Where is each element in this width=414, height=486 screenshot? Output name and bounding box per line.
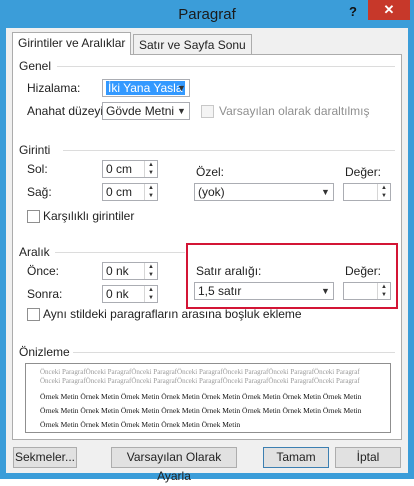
line-spacing-select[interactable]: 1,5 satır ▼ bbox=[194, 282, 334, 300]
section-preview-title: Önizleme bbox=[19, 345, 70, 359]
section-divider bbox=[63, 150, 395, 151]
preview-sample-line: Örnek Metin Örnek Metin Örnek Metin Örne… bbox=[40, 420, 241, 429]
spin-up-icon[interactable]: ▲ bbox=[145, 184, 157, 192]
spacing-before-input[interactable]: 0 nk ▲ ▼ bbox=[102, 262, 158, 280]
set-default-button[interactable]: Varsayılan Olarak Ayarla bbox=[111, 447, 237, 483]
chevron-down-icon[interactable]: ▼ bbox=[174, 103, 189, 119]
indent-left-value: 0 cm bbox=[106, 162, 133, 176]
spacing-before-label: Önce: bbox=[27, 264, 60, 278]
spacing-after-value: 0 nk bbox=[106, 287, 129, 301]
help-button[interactable]: ? bbox=[342, 4, 364, 22]
mirror-indents-checkbox[interactable] bbox=[27, 210, 40, 223]
section-divider bbox=[57, 66, 395, 67]
section-general-title: Genel bbox=[19, 59, 52, 73]
dialog-client: Girintiler ve Aralıklar Satır ve Sayfa S… bbox=[6, 28, 408, 483]
indent-by-label: Değer: bbox=[345, 165, 382, 179]
tab-indents-spacing[interactable]: Girintiler ve Aralıklar bbox=[12, 32, 132, 55]
dialog-window: Paragraf ? ✕ Girintiler ve Aralıklar Sat… bbox=[0, 0, 414, 483]
line-spacing-label: Satır aralığı: bbox=[196, 264, 262, 278]
preview-sample-line: Örnek Metin Örnek Metin Örnek Metin Örne… bbox=[40, 392, 362, 401]
spin-down-icon[interactable]: ▼ bbox=[378, 192, 390, 200]
no-space-same-style-checkbox[interactable] bbox=[27, 308, 40, 321]
close-button[interactable]: ✕ bbox=[368, 0, 410, 20]
collapsed-default-checkbox[interactable] bbox=[201, 105, 214, 118]
spacing-before-value: 0 nk bbox=[106, 264, 129, 278]
outline-level-select[interactable]: Gövde Metni ▼ bbox=[102, 102, 190, 120]
special-indent-label: Özel: bbox=[196, 165, 225, 179]
alignment-select[interactable]: İki Yana Yasla ▼ bbox=[102, 79, 190, 97]
section-indent-title: Girinti bbox=[19, 143, 51, 157]
special-indent-select[interactable]: (yok) ▼ bbox=[194, 183, 334, 201]
line-spacing-value: 1,5 satır bbox=[198, 284, 242, 298]
preview-previous-line: Önceki ParagrafÖnceki ParagrafÖnceki Par… bbox=[40, 377, 360, 385]
alignment-label: Hizalama: bbox=[27, 81, 81, 95]
spin-up-icon[interactable]: ▲ bbox=[378, 283, 390, 291]
title-bar[interactable]: Paragraf ? ✕ bbox=[0, 0, 414, 28]
mirror-indents-label: Karşılıklı girintiler bbox=[43, 209, 135, 223]
spin-down-icon[interactable]: ▼ bbox=[145, 271, 157, 279]
spacing-before-spinner[interactable]: ▲ ▼ bbox=[144, 263, 157, 279]
indent-left-label: Sol: bbox=[27, 162, 48, 176]
spin-down-icon[interactable]: ▼ bbox=[145, 294, 157, 302]
paragraph-preview: Önceki ParagrafÖnceki ParagrafÖnceki Par… bbox=[25, 363, 391, 433]
spin-down-icon[interactable]: ▼ bbox=[378, 291, 390, 299]
ok-button[interactable]: Tamam bbox=[263, 447, 329, 468]
line-spacing-at-label: Değer: bbox=[345, 264, 382, 278]
indent-left-input[interactable]: 0 cm ▲ ▼ bbox=[102, 160, 158, 178]
indent-by-input[interactable]: ▲ ▼ bbox=[343, 183, 391, 201]
spin-up-icon[interactable]: ▲ bbox=[145, 263, 157, 271]
spacing-after-label: Sonra: bbox=[27, 287, 63, 301]
spin-down-icon[interactable]: ▼ bbox=[145, 169, 157, 177]
line-spacing-at-spinner[interactable]: ▲ ▼ bbox=[377, 283, 390, 299]
indent-right-spinner[interactable]: ▲ ▼ bbox=[144, 184, 157, 200]
collapsed-default-label: Varsayılan olarak daraltılmış bbox=[219, 104, 370, 118]
tab-panel: Genel Hizalama: İki Yana Yasla ▼ Anahat … bbox=[12, 54, 402, 440]
indent-right-label: Sağ: bbox=[27, 185, 52, 199]
section-divider bbox=[73, 352, 395, 353]
spin-down-icon[interactable]: ▼ bbox=[145, 192, 157, 200]
no-space-same-style-label: Aynı stildeki paragrafların arasına boşl… bbox=[43, 307, 302, 321]
spacing-after-spinner[interactable]: ▲ ▼ bbox=[144, 286, 157, 302]
spin-up-icon[interactable]: ▲ bbox=[145, 161, 157, 169]
alignment-value: İki Yana Yasla bbox=[106, 81, 185, 95]
spacing-after-input[interactable]: 0 nk ▲ ▼ bbox=[102, 285, 158, 303]
spin-up-icon[interactable]: ▲ bbox=[145, 286, 157, 294]
cancel-button[interactable]: İptal bbox=[335, 447, 401, 468]
section-divider bbox=[55, 252, 185, 253]
special-indent-value: (yok) bbox=[198, 185, 225, 199]
indent-right-input[interactable]: 0 cm ▲ ▼ bbox=[102, 183, 158, 201]
indent-by-spinner[interactable]: ▲ ▼ bbox=[377, 184, 390, 200]
section-spacing-title: Aralık bbox=[19, 245, 50, 259]
indent-left-spinner[interactable]: ▲ ▼ bbox=[144, 161, 157, 177]
chevron-down-icon[interactable]: ▼ bbox=[318, 184, 333, 200]
outline-level-label: Anahat düzeyi: bbox=[27, 104, 107, 118]
tab-line-page-breaks[interactable]: Satır ve Sayfa Sonu bbox=[133, 34, 252, 54]
preview-sample-line: Örnek Metin Örnek Metin Örnek Metin Örne… bbox=[40, 406, 362, 415]
tabs-button[interactable]: Sekmeler... bbox=[13, 447, 77, 468]
indent-right-value: 0 cm bbox=[106, 185, 133, 199]
line-spacing-at-input[interactable]: ▲ ▼ bbox=[343, 282, 391, 300]
chevron-down-icon[interactable]: ▼ bbox=[174, 80, 189, 96]
preview-previous-line: Önceki ParagrafÖnceki ParagrafÖnceki Par… bbox=[40, 368, 360, 376]
outline-level-value: Gövde Metni bbox=[106, 104, 175, 118]
spin-up-icon[interactable]: ▲ bbox=[378, 184, 390, 192]
chevron-down-icon[interactable]: ▼ bbox=[318, 283, 333, 299]
